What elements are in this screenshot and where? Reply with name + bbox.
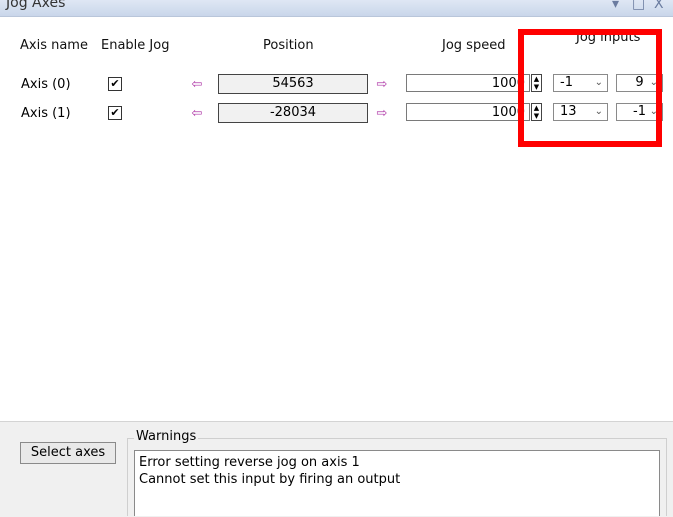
enable-jog-checkbox[interactable]: ✔: [108, 106, 122, 120]
highlight-box: [518, 29, 662, 147]
header-axis-name: Axis name: [20, 38, 88, 53]
jog-forward-arrow-icon[interactable]: ⇨: [374, 107, 390, 120]
axis-name-label: Axis (0): [21, 77, 71, 92]
jog-speed-input[interactable]: 1000: [406, 103, 530, 121]
jog-reverse-arrow-icon[interactable]: ⇦: [189, 107, 205, 120]
enable-jog-checkbox[interactable]: ✔: [108, 77, 122, 91]
jog-speed-input[interactable]: 1000: [406, 74, 530, 92]
header-jog-speed: Jog speed: [442, 38, 506, 53]
axis-name-label: Axis (1): [21, 106, 71, 121]
warnings-title: Warnings: [134, 429, 199, 444]
position-display: -28034: [218, 103, 368, 123]
header-position: Position: [263, 38, 314, 53]
close-icon[interactable]: X: [654, 0, 664, 12]
jog-reverse-arrow-icon[interactable]: ⇦: [189, 78, 205, 91]
warning-line: Error setting reverse jog on axis 1: [139, 455, 360, 470]
maximize-icon[interactable]: □: [632, 0, 645, 12]
position-display: 54563: [218, 74, 368, 94]
warnings-textbox[interactable]: Error setting reverse jog on axis 1 Cann…: [134, 450, 660, 516]
warning-line: Cannot set this input by firing an outpu…: [139, 472, 401, 487]
jog-forward-arrow-icon[interactable]: ⇨: [374, 78, 390, 91]
title-bar: Jog Axes ▾ □ X: [0, 0, 673, 17]
dropdown-icon[interactable]: ▾: [612, 0, 619, 12]
header-enable-jog: Enable Jog: [101, 38, 170, 53]
window-title: Jog Axes: [6, 0, 66, 11]
select-axes-button[interactable]: Select axes: [20, 442, 116, 464]
